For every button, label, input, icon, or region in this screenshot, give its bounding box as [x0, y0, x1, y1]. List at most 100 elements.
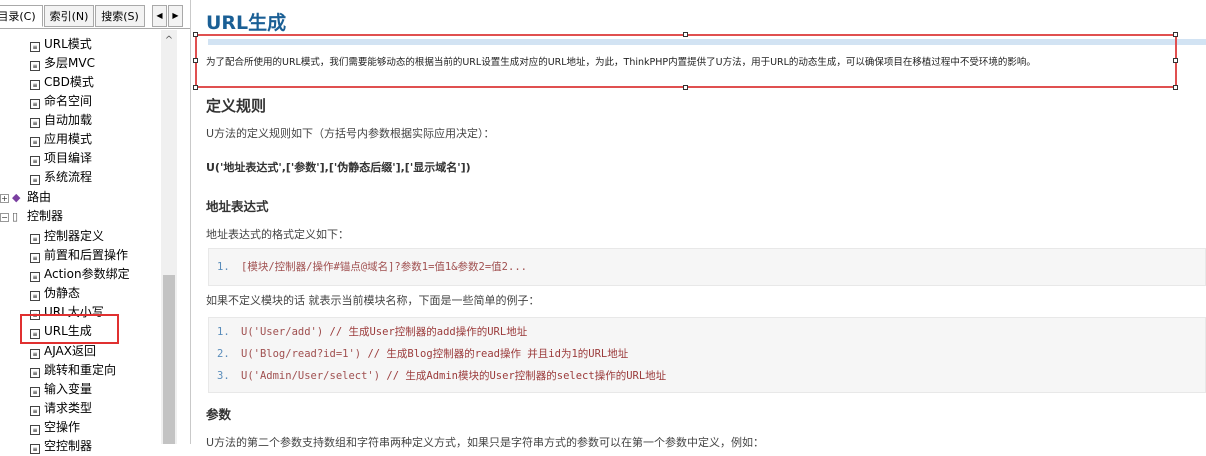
tree-item[interactable]: ≡ 自动加载: [30, 111, 92, 130]
tree-item[interactable]: ≡ Action参数绑定: [30, 265, 130, 284]
tree-item[interactable]: ≡ 命名空间: [30, 92, 92, 111]
tree-item-label: Action参数绑定: [44, 267, 130, 281]
tree-item[interactable]: ≡ 跳转和重定向: [30, 361, 116, 380]
tree-item[interactable]: ≡ URL模式: [30, 35, 92, 54]
page-icon: ≡: [30, 156, 40, 166]
page-icon: ≡: [30, 234, 40, 244]
page-title: URL生成: [206, 12, 287, 34]
tree-item[interactable]: ≡ 前置和后置操作: [30, 246, 128, 265]
page-icon: ≡: [30, 175, 40, 185]
params-description: U方法的第二个参数支持数组和字符串两种定义方式，如果只是字符串方式的参数可以在第…: [206, 436, 765, 449]
tree-item-label: 路由: [27, 190, 52, 204]
code-text: [模块/控制器/操作#锚点@域名]?参数1=值1&参数2=值2...: [241, 261, 527, 273]
section-heading-params: 参数: [206, 407, 232, 422]
tree-item-label: 输入变量: [44, 382, 93, 396]
resize-handle[interactable]: [193, 32, 198, 37]
page-icon: ≡: [30, 272, 40, 282]
expand-toggle[interactable]: +: [0, 194, 9, 203]
resize-handle[interactable]: [1173, 85, 1178, 90]
page-icon: ≡: [30, 387, 40, 397]
scrollbar-thumb[interactable]: [163, 275, 175, 444]
tree-item-label: 空控制器: [44, 439, 93, 453]
navigation-pane: 目录(C) 索引(N) 搜索(S) ◀ ▶ ^ ≡ URL模式 ≡ 多层MVC ≡ C…: [0, 0, 191, 454]
page-icon: ≡: [30, 368, 40, 378]
code-call: U('Blog/read?id=1'): [241, 348, 362, 360]
code-line: 2. U('Blog/read?id=1') // 生成Blog控制器的read操…: [217, 344, 628, 364]
page-icon: ≡: [30, 425, 40, 435]
section-heading-rules: 定义规则: [206, 97, 267, 115]
section-heading-address: 地址表达式: [206, 199, 269, 214]
tree-item[interactable]: ≡ 请求类型: [30, 399, 92, 418]
code-comment: // 生成Blog控制器的read操作 并且id为1的URL地址: [367, 348, 629, 360]
code-line: 3. U('Admin/User/select') // 生成Admin模块的Us…: [217, 366, 666, 386]
tree-folder[interactable]: ◆ 路由: [12, 188, 51, 207]
tab-contents[interactable]: 目录(C): [0, 5, 43, 27]
nav-tabs: 目录(C) 索引(N) 搜索(S) ◀ ▶: [0, 5, 190, 29]
page-icon: ≡: [30, 80, 40, 90]
tree-item-label: 控制器定义: [44, 229, 105, 243]
resize-handle[interactable]: [1173, 58, 1178, 63]
tab-scroll-left-button[interactable]: ◀: [152, 5, 167, 27]
tree-folder[interactable]: ▯ 控制器: [12, 207, 63, 226]
tree-item[interactable]: ≡ CBD模式: [30, 73, 94, 92]
tree-item[interactable]: ≡ 应用模式: [30, 130, 92, 149]
line-number: 1.: [217, 261, 230, 273]
tree-item[interactable]: ≡ 控制器定义: [30, 227, 104, 246]
u-method-signature: U('地址表达式',['参数'],['伪静态后缀'],['显示域名']): [206, 161, 471, 174]
tree-item-label: 前置和后置操作: [44, 248, 129, 262]
resize-handle[interactable]: [193, 85, 198, 90]
tree-item-label: 跳转和重定向: [44, 363, 117, 377]
resize-handle[interactable]: [1173, 32, 1178, 37]
code-call: U('User/add'): [241, 326, 324, 338]
code-block-examples: 1. U('User/add') // 生成User控制器的add操作的URL地址…: [208, 317, 1206, 393]
scroll-up-arrow-icon[interactable]: ^: [161, 34, 177, 48]
address-description: 地址表达式的格式定义如下：: [206, 228, 349, 241]
resize-handle[interactable]: [683, 85, 688, 90]
tree-item[interactable]: ≡ 输入变量: [30, 380, 92, 399]
tree-item-label: 项目编译: [44, 151, 93, 165]
code-line: 1. [模块/控制器/操作#锚点@域名]?参数1=值1&参数2=值2...: [217, 257, 527, 277]
page-icon: ≡: [30, 349, 40, 359]
tab-search[interactable]: 搜索(S): [95, 5, 145, 27]
tree-item-label: 空操作: [44, 420, 81, 434]
tree-item-label: URL模式: [44, 37, 92, 51]
example-description: 如果不定义模块的话 就表示当前模块名称，下面是一些简单的例子：: [206, 294, 540, 307]
resize-handle[interactable]: [193, 58, 198, 63]
tree-item[interactable]: ≡ 系统流程: [30, 168, 92, 187]
line-number: 3.: [217, 370, 230, 382]
tree-item-label: CBD模式: [44, 75, 94, 89]
tab-scroll-right-button[interactable]: ▶: [168, 5, 183, 27]
tree-item[interactable]: ≡ 多层MVC: [30, 54, 95, 73]
collapse-toggle[interactable]: −: [0, 213, 9, 222]
tree-item[interactable]: ≡ 项目编译: [30, 149, 92, 168]
tree-item-label: 伪静态: [44, 286, 81, 300]
tree-item[interactable]: ≡ 空操作: [30, 418, 80, 437]
tree-item-label: 多层MVC: [44, 56, 95, 70]
tab-index[interactable]: 索引(N): [44, 5, 94, 27]
tree-item[interactable]: ≡ 空控制器: [30, 437, 92, 456]
tree-item-label: 应用模式: [44, 132, 93, 146]
tree-item[interactable]: ≡ AJAX返回: [30, 342, 96, 361]
page-icon: ≡: [30, 118, 40, 128]
page-icon: ≡: [30, 444, 40, 454]
tree-item[interactable]: ≡ 伪静态: [30, 284, 80, 303]
page-icon: ≡: [30, 253, 40, 263]
tree-item-label: 控制器: [27, 209, 64, 223]
page-icon: ≡: [30, 99, 40, 109]
line-number: 1.: [217, 326, 230, 338]
document-pane: URL生成 为了配合所使用的URL模式，我们需要能够动态的根据当前的URL设置生…: [191, 0, 1206, 449]
resize-handle[interactable]: [683, 32, 688, 37]
selection-highlight-box: [20, 314, 119, 344]
page-icon: ≡: [30, 137, 40, 147]
page-icon: ≡: [30, 61, 40, 71]
code-line: 1. U('User/add') // 生成User控制器的add操作的URL地址: [217, 322, 527, 342]
page-icon: ≡: [30, 42, 40, 52]
page-icon: ≡: [30, 291, 40, 301]
book-icon: ◆: [12, 191, 21, 204]
page-icon: ≡: [30, 406, 40, 416]
tree-item-label: 命名空间: [44, 94, 93, 108]
tree-item-label: 自动加载: [44, 113, 93, 127]
rules-description: U方法的定义规则如下（方括号内参数根据实际应用决定）：: [206, 127, 495, 140]
selection-frame[interactable]: [195, 34, 1177, 88]
line-number: 2.: [217, 348, 230, 360]
